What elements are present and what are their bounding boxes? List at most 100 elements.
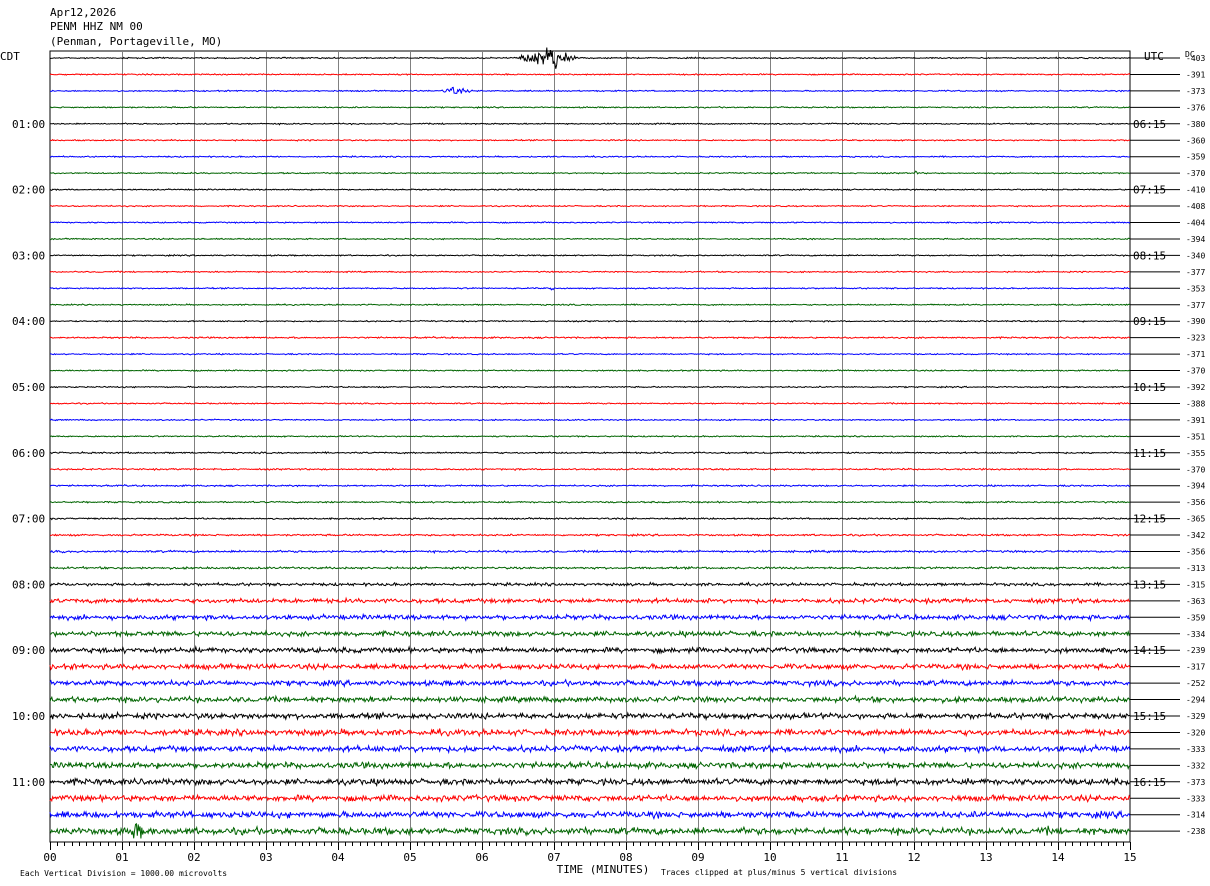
seismic-trace xyxy=(49,170,1131,175)
x-tick-label: 01 xyxy=(115,851,128,864)
seismic-trace xyxy=(49,484,1131,488)
right-hour-label: 07:15 xyxy=(1133,184,1166,197)
left-hour-label: 03:00 xyxy=(12,249,45,262)
dc-offset-label: -342 xyxy=(1186,531,1205,540)
seismic-trace xyxy=(49,418,1130,422)
right-hour-label: 16:15 xyxy=(1133,776,1166,789)
left-hour-label: 10:00 xyxy=(12,710,45,723)
left-hour-label: 08:00 xyxy=(12,578,45,591)
seismic-trace xyxy=(49,662,1131,672)
dc-offset-label: -394 xyxy=(1186,235,1205,244)
seismic-trace xyxy=(49,105,1131,109)
plot-frame xyxy=(49,50,1131,843)
dc-offset-label: -363 xyxy=(1186,597,1205,606)
dc-offset-label: -360 xyxy=(1186,136,1205,145)
seismic-trace xyxy=(49,612,1131,623)
seismic-trace xyxy=(49,221,1131,225)
x-tick-label: 05 xyxy=(403,851,416,864)
header-station: PENM HHZ NM 00 xyxy=(50,20,143,33)
left-hour-label: 07:00 xyxy=(12,513,45,526)
right-hour-label: 13:15 xyxy=(1133,578,1166,591)
x-tick-label: 13 xyxy=(979,851,992,864)
seismic-trace xyxy=(49,727,1131,738)
plot-grid xyxy=(49,50,1131,843)
dc-offset-label: -333 xyxy=(1186,794,1205,803)
x-axis-title: TIME (MINUTES) xyxy=(557,863,650,876)
seismic-trace xyxy=(49,565,1131,571)
seismic-trace xyxy=(49,743,1131,755)
x-tick-label: 11 xyxy=(835,851,848,864)
right-hour-label: 10:15 xyxy=(1133,381,1166,394)
dc-offset-label: -314 xyxy=(1186,811,1205,820)
seismic-trace xyxy=(49,204,1131,208)
dc-offset-label: -294 xyxy=(1186,696,1205,705)
dc-offset-label: -315 xyxy=(1186,580,1205,589)
dc-offset-label: -351 xyxy=(1186,432,1205,441)
x-tick-label: 03 xyxy=(259,851,272,864)
dc-offset-label: -329 xyxy=(1186,712,1205,721)
right-hour-label: 09:15 xyxy=(1133,315,1166,328)
dc-offset-label: -392 xyxy=(1186,383,1205,392)
seismic-trace xyxy=(49,253,1131,258)
dc-offset-label: -334 xyxy=(1186,630,1205,639)
dc-offset-label: -380 xyxy=(1186,120,1205,129)
seismic-trace xyxy=(49,303,1131,307)
dc-offset-label: -323 xyxy=(1186,334,1205,343)
left-hour-label: 04:00 xyxy=(12,315,45,328)
dc-offset-label: -394 xyxy=(1186,482,1205,491)
dc-offset-label: -391 xyxy=(1186,416,1205,425)
dc-offset-label: -356 xyxy=(1186,548,1205,557)
dc-offset-label: -408 xyxy=(1186,202,1205,211)
dc-offset-label: -377 xyxy=(1186,268,1205,277)
left-hour-label: 05:00 xyxy=(12,381,45,394)
seismic-trace xyxy=(49,629,1131,639)
dc-offset-label: -371 xyxy=(1186,350,1205,359)
header-location: (Penman, Portageville, MO) xyxy=(50,35,222,48)
seismic-trace xyxy=(49,710,1130,722)
x-tick-label: 15 xyxy=(1123,851,1136,864)
seismic-trace xyxy=(49,270,1131,274)
dc-offset-label: -376 xyxy=(1186,103,1205,112)
dc-offset-label: -239 xyxy=(1186,646,1205,655)
seismic-trace xyxy=(50,86,1131,95)
seismic-trace xyxy=(49,549,1131,555)
seismic-trace xyxy=(49,793,1131,804)
dc-offset-label: -359 xyxy=(1186,153,1205,162)
right-timezone-label: UTC xyxy=(1144,50,1164,63)
left-hour-label: 01:00 xyxy=(12,118,45,131)
dc-offset-label: -355 xyxy=(1186,449,1205,458)
clip-note: Traces clipped at plus/minus 5 vertical … xyxy=(661,868,897,877)
dc-offset-label: -370 xyxy=(1186,465,1205,474)
right-hour-label: 06:15 xyxy=(1133,118,1166,131)
seismic-trace xyxy=(49,155,1131,159)
seismic-trace xyxy=(49,500,1131,504)
dc-offset-label: -377 xyxy=(1186,301,1205,310)
x-tick-label: 09 xyxy=(691,851,704,864)
seismic-trace xyxy=(49,822,1131,839)
seismic-trace xyxy=(49,596,1131,606)
right-hour-label: 08:15 xyxy=(1133,249,1166,262)
x-tick-label: 06 xyxy=(475,851,488,864)
seismic-trace xyxy=(49,581,1131,588)
dc-offset-label: -333 xyxy=(1186,745,1205,754)
dc-offset-label: -317 xyxy=(1186,663,1205,672)
right-hour-label: 14:15 xyxy=(1133,644,1166,657)
seismic-trace xyxy=(49,335,1131,340)
x-tick-label: 02 xyxy=(187,851,200,864)
dc-offset-label: -252 xyxy=(1186,679,1205,688)
scale-note: Each Vertical Division = 1000.00 microvo… xyxy=(20,869,227,878)
trace-area xyxy=(49,47,1131,839)
x-axis: 00 01 02 03 04 05 06 07 08 09 10 11 12 13 14 15 xyxy=(43,842,1137,864)
seismic-trace xyxy=(49,678,1131,689)
seismic-trace xyxy=(49,122,1131,126)
right-hour-label: 11:15 xyxy=(1133,447,1166,460)
seismic-trace xyxy=(49,809,1131,820)
x-tick-label: 10 xyxy=(763,851,776,864)
dc-offset-label: -404 xyxy=(1186,219,1205,228)
dc-offset-label: -373 xyxy=(1186,778,1205,787)
dc-offset-label: -365 xyxy=(1186,515,1205,524)
left-hour-label: 06:00 xyxy=(12,447,45,460)
seismic-trace xyxy=(49,73,1131,76)
seismic-trace xyxy=(49,286,1131,291)
seismic-trace xyxy=(49,401,1131,406)
